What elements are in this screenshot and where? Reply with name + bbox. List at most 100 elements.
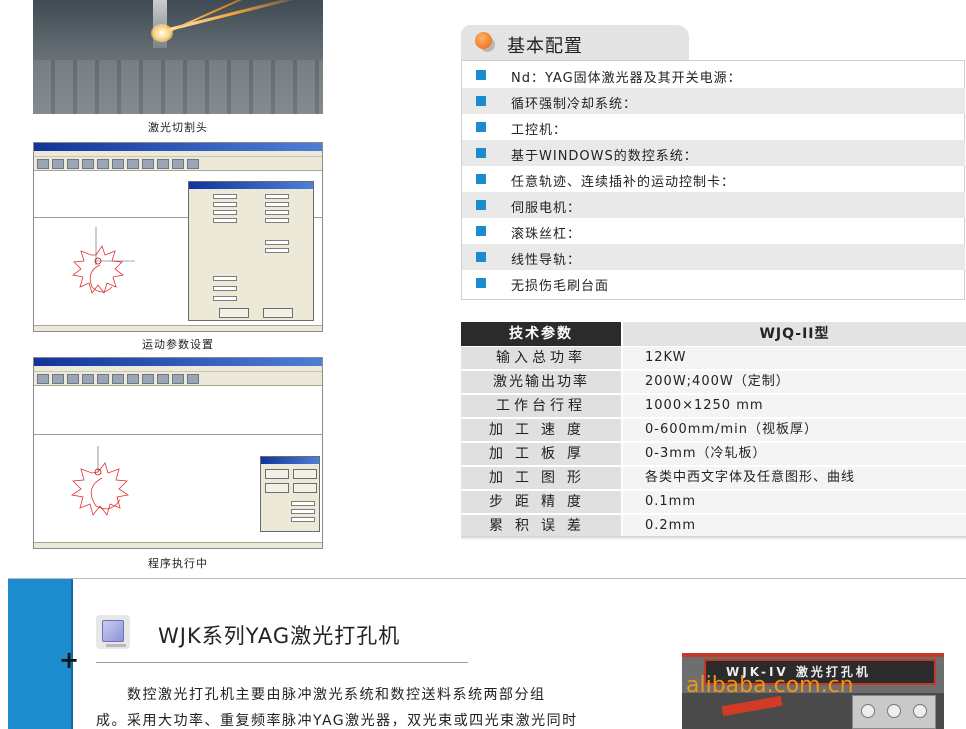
param-value: 0-600mm/min（视板厚） bbox=[623, 419, 966, 441]
toolbar-icon bbox=[187, 374, 199, 384]
basic-config-list: Nd：YAG固体激光器及其开关电源： 循环强制冷却系统： 工控机： 基于WIND… bbox=[461, 60, 965, 300]
dialog-field bbox=[265, 202, 289, 207]
toolbar-icon bbox=[127, 374, 139, 384]
toolbar-icon bbox=[52, 374, 64, 384]
table-row: 加工速度 0-600mm/min（视板厚） bbox=[461, 419, 966, 442]
blue-square-icon bbox=[476, 200, 486, 210]
toolbar-icon bbox=[67, 159, 79, 169]
dialog-field bbox=[213, 194, 237, 199]
param-value: 12KW bbox=[623, 347, 966, 369]
blue-square-icon bbox=[476, 226, 486, 236]
window-toolbar bbox=[34, 157, 322, 171]
paragraph-line: 数控激光打孔机主要由脉冲激光系统和数控送料系统两部分组 bbox=[96, 687, 546, 703]
list-item-text: 伺服电机： bbox=[511, 201, 582, 216]
param-value: 1000×1250 mm bbox=[623, 395, 966, 417]
toolbar-icon bbox=[112, 374, 124, 384]
spark-trail bbox=[160, 0, 307, 33]
table-row: 工作台行程 1000×1250 mm bbox=[461, 395, 966, 418]
gauge-icon bbox=[861, 704, 875, 718]
list-item-text: 工控机： bbox=[511, 123, 568, 138]
param-name: 加工速度 bbox=[461, 419, 621, 441]
list-item-text: 无损伤毛刷台面 bbox=[511, 279, 610, 294]
dialog-return-button bbox=[293, 483, 317, 493]
toolbar-icon bbox=[187, 159, 199, 169]
list-item-text: 任意轨迹、连续插补的运动控制卡： bbox=[511, 175, 736, 190]
list-item-text: Nd：YAG固体激光器及其开关电源： bbox=[511, 71, 742, 86]
gauge-icon bbox=[913, 704, 927, 718]
list-item: 循环强制冷却系统： bbox=[462, 88, 965, 114]
dialog-field bbox=[213, 286, 237, 291]
blue-square-icon bbox=[476, 70, 486, 80]
laser-cutting-head-photo bbox=[33, 0, 323, 114]
dialog-field bbox=[213, 276, 237, 281]
workpiece-plate bbox=[33, 60, 323, 114]
photo-caption: 激光切割头 bbox=[148, 121, 208, 134]
toolbar-icon bbox=[157, 159, 169, 169]
pane-divider bbox=[34, 434, 322, 435]
param-name: 输入总功率 bbox=[461, 347, 621, 369]
table-row: 加工板厚 0-3mm（冷轧板） bbox=[461, 443, 966, 466]
toolbar-icon bbox=[97, 159, 109, 169]
program-running-screenshot bbox=[33, 357, 323, 549]
blue-square-icon bbox=[476, 252, 486, 262]
icon-shadow bbox=[106, 644, 126, 647]
list-item-text: 滚珠丝杠： bbox=[511, 227, 582, 242]
table-row: 输入总功率 12KW bbox=[461, 347, 966, 370]
dialog-stop-button bbox=[293, 469, 317, 479]
list-item: 基于WINDOWS的数控系统： bbox=[462, 140, 965, 166]
toolbar-icon bbox=[157, 374, 169, 384]
param-name: 激光输出功率 bbox=[461, 371, 621, 393]
dialog-field bbox=[265, 194, 289, 199]
blue-square-icon bbox=[476, 122, 486, 132]
toolbar-icon bbox=[82, 159, 94, 169]
list-item: Nd：YAG固体激光器及其开关电源： bbox=[462, 62, 965, 88]
list-item-text: 循环强制冷却系统： bbox=[511, 97, 638, 112]
dialog-field bbox=[265, 248, 289, 253]
blue-square-icon bbox=[476, 96, 486, 106]
dialog-field bbox=[213, 202, 237, 207]
toolbar-icon bbox=[127, 159, 139, 169]
orange-bullet-icon bbox=[475, 32, 492, 49]
cut-path-drawing bbox=[70, 446, 130, 516]
list-item: 伺服电机： bbox=[462, 192, 965, 218]
table-row: 步距精度 0.1mm bbox=[461, 491, 966, 514]
toolbar-icon bbox=[82, 374, 94, 384]
list-item-text: 基于WINDOWS的数控系统： bbox=[511, 149, 698, 164]
param-value: 各类中西文字体及任意图形、曲线 bbox=[623, 467, 966, 489]
title-underline bbox=[96, 662, 468, 663]
dialog-field bbox=[213, 296, 237, 301]
dialog-start-button bbox=[265, 469, 289, 479]
table-shadow bbox=[461, 536, 966, 540]
list-item: 线性导轨： bbox=[462, 244, 965, 270]
laser-glow bbox=[151, 24, 173, 42]
toolbar-icon bbox=[37, 374, 49, 384]
control-box bbox=[852, 695, 936, 729]
dialog-field bbox=[291, 509, 315, 514]
toolbar-icon bbox=[142, 159, 154, 169]
dialog-field bbox=[213, 218, 237, 223]
param-value: 0.1mm bbox=[623, 491, 966, 513]
cut-path-drawing bbox=[72, 227, 135, 294]
param-name: 加工板厚 bbox=[461, 443, 621, 465]
dialog-cancel-button bbox=[263, 308, 293, 318]
blue-square-icon bbox=[476, 148, 486, 158]
param-value: 200W;400W（定制） bbox=[623, 371, 966, 393]
table-row: 加工图形 各类中西文字体及任意图形、曲线 bbox=[461, 467, 966, 490]
wjk-section-title: WJK系列YAG激光打孔机 bbox=[158, 624, 401, 648]
icon-face bbox=[102, 620, 124, 642]
list-item-text: 线性导轨： bbox=[511, 253, 582, 268]
dialog-titlebar bbox=[189, 182, 313, 189]
section-square-icon bbox=[96, 615, 130, 649]
screen2-caption: 程序执行中 bbox=[148, 557, 208, 570]
window-toolbar bbox=[34, 372, 322, 386]
toolbar-icon bbox=[172, 374, 184, 384]
toolbar-icon bbox=[67, 374, 79, 384]
table-row: 激光输出功率 200W;400W（定制） bbox=[461, 371, 966, 394]
list-item: 无损伤毛刷台面 bbox=[462, 270, 965, 296]
dialog-ok-button bbox=[219, 308, 249, 318]
list-item: 工控机： bbox=[462, 114, 965, 140]
dialog-titlebar bbox=[261, 457, 319, 464]
dialog-field bbox=[265, 218, 289, 223]
execution-control-dialog bbox=[260, 456, 320, 532]
param-name: 工作台行程 bbox=[461, 395, 621, 417]
